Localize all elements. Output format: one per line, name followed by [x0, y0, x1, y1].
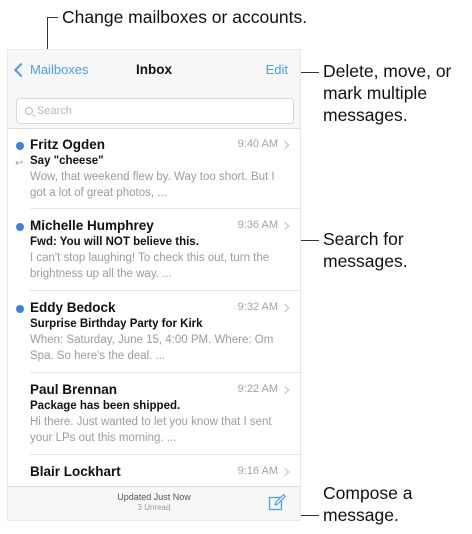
compose-icon[interactable] [268, 494, 286, 512]
update-status: Updated Just Now [117, 492, 191, 502]
page-title: Inbox [136, 62, 172, 77]
message-preview: When: Saturday, June 15, 4:00 PM. Where:… [30, 334, 274, 362]
callout-edit-line2: mark multiple [323, 83, 428, 103]
search-input[interactable] [37, 105, 277, 117]
message-preview: Hi there. Just wanted to let you know th… [30, 416, 272, 444]
callout-compose-line1: Compose a [323, 483, 413, 503]
unread-dot-icon [16, 223, 24, 231]
message-time: 9:16 AM [237, 465, 278, 477]
message-time: 9:32 AM [237, 301, 278, 313]
row-divider [30, 372, 300, 373]
callout-compose-line2: message. [323, 505, 399, 525]
callout-search: Search for messages. [323, 228, 408, 272]
edit-button[interactable]: Edit [266, 62, 288, 77]
unread-dot-icon [16, 142, 24, 150]
nav-bar: Mailboxes Inbox Edit [8, 50, 300, 94]
message-time: 9:40 AM [237, 138, 278, 150]
message-sender: Paul Brennan [30, 382, 118, 397]
callout-compose: Compose a message. [323, 482, 413, 526]
message-time: 9:36 AM [237, 219, 278, 231]
bottom-toolbar: Updated Just Now 3 Unread [8, 486, 300, 520]
message-row[interactable]: Paul Brennan 9:22 AM Package has been sh… [8, 381, 300, 455]
message-sender: Fritz Ogden [30, 137, 105, 152]
unread-count: 3 Unread [137, 503, 171, 512]
message-subject: Say "cheese" [30, 155, 104, 167]
message-sender: Michelle Humphrey [30, 218, 154, 233]
callout-edit-line3: messages. [323, 105, 408, 125]
callout-search-line1: Search for [323, 229, 404, 249]
message-subject: Surprise Birthday Party for Kirk [30, 318, 203, 330]
message-subject: Fwd: You will NOT believe this. [30, 236, 199, 248]
message-row[interactable]: Blair Lockhart 9:16 AM [8, 463, 300, 487]
message-row[interactable]: Michelle Humphrey 9:36 AM Fwd: You will … [8, 217, 300, 291]
message-preview: Wow, that weekend flew by. Way too short… [30, 171, 275, 199]
chevron-right-icon [280, 467, 290, 477]
message-sender: Eddy Bedock [30, 300, 116, 315]
callout-search-line2: messages. [323, 251, 408, 271]
unread-dot-icon [16, 305, 24, 313]
search-icon [25, 107, 33, 115]
callout-mailboxes: Change mailboxes or accounts. [62, 7, 308, 27]
callout-line-mailboxes-horizontal [47, 17, 58, 18]
callout-edit-line1: Delete, move, or [323, 61, 452, 81]
row-divider [30, 290, 300, 291]
message-sender: Blair Lockhart [30, 464, 121, 479]
chevron-right-icon [280, 385, 290, 395]
reply-arrow-icon: ↩ [15, 158, 24, 169]
chevron-right-icon [280, 303, 290, 313]
search-bar-container [8, 94, 300, 129]
row-divider [30, 454, 300, 455]
message-subject: Package has been shipped. [30, 400, 181, 412]
callout-edit: Delete, move, or mark multiple messages. [323, 60, 451, 126]
search-bar[interactable] [16, 98, 294, 124]
row-divider [30, 208, 300, 209]
chevron-right-icon [280, 221, 290, 231]
message-preview: I can't stop laughing! To check this out… [30, 252, 270, 280]
message-row[interactable]: Eddy Bedock 9:32 AM Surprise Birthday Pa… [8, 299, 300, 373]
chevron-right-icon [280, 140, 290, 150]
message-time: 9:22 AM [237, 383, 278, 395]
mail-screen: Mailboxes Inbox Edit ↩ Fritz Ogden 9:40 … [8, 50, 300, 520]
message-row[interactable]: ↩ Fritz Ogden 9:40 AM Say "cheese" Wow, … [8, 136, 300, 209]
